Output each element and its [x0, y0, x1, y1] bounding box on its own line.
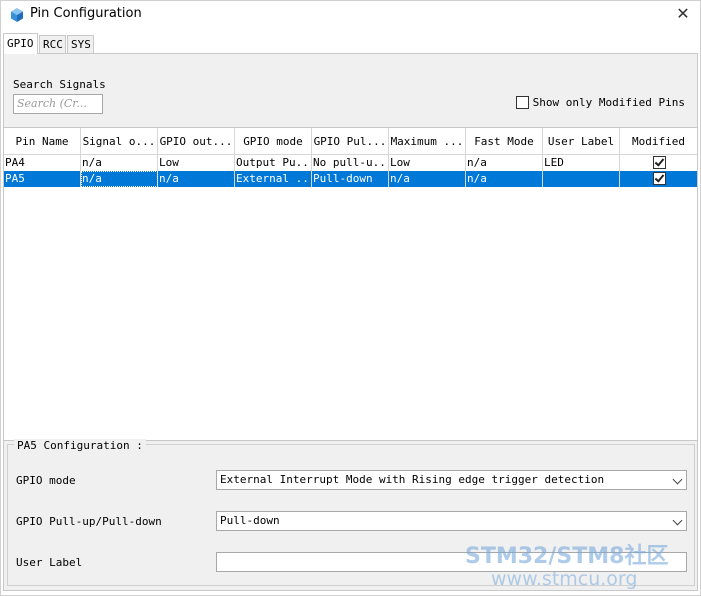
tab-rcc[interactable]: RCC — [39, 35, 66, 54]
app-cube-icon — [11, 8, 23, 22]
cell-modified — [620, 171, 697, 187]
pin-configuration-window: Pin Configuration ✕ GPIO RCC SYS Search … — [0, 0, 701, 596]
sort-up-icon: ^ — [38, 128, 44, 134]
show-modified-checkbox[interactable] — [515, 96, 529, 109]
chevron-down-icon — [672, 474, 683, 485]
cell-modified — [620, 155, 697, 171]
gpio-pull-label: GPIO Pull-up/Pull-down — [16, 515, 162, 528]
checkmark-icon — [654, 172, 665, 183]
pin-table: ^ Pin Name Signal o... GPIO out... GPIO … — [4, 127, 697, 441]
gpio-pull-select[interactable]: Pull-down — [216, 511, 687, 531]
tab-sys[interactable]: SYS — [67, 35, 94, 54]
table-header: ^ Pin Name Signal o... GPIO out... GPIO … — [4, 128, 697, 155]
table-row-selected[interactable]: PA5 n/a n/a External ... Pull-down n/a n… — [4, 171, 697, 187]
cell-user-label: LED — [543, 155, 620, 171]
tab-gpio[interactable]: GPIO — [3, 33, 38, 54]
table-row[interactable]: PA4 n/a Low Output Pu... No pull-u... Lo… — [4, 155, 697, 171]
cell-maximum: n/a — [389, 171, 466, 187]
cell-gpio-out: Low — [158, 155, 235, 171]
checkmark-icon — [654, 156, 665, 167]
gpio-panel: Search Signals Search (Cr... Show only M… — [3, 53, 698, 591]
column-header-modified[interactable]: Modified — [620, 128, 697, 155]
column-header-fast-mode[interactable]: Fast Mode — [466, 128, 543, 155]
column-header-signal[interactable]: Signal o... — [81, 128, 158, 155]
cell-pin: PA4 — [4, 155, 81, 171]
column-header-gpio-mode[interactable]: GPIO mode — [235, 128, 312, 155]
show-modified-toggle[interactable]: Show only Modified Pins — [515, 96, 685, 109]
pin-config-group: PA5 Configuration : GPIO mode External I… — [7, 439, 695, 586]
window-title: Pin Configuration — [30, 6, 142, 21]
column-header-maximum[interactable]: Maximum ... — [389, 128, 466, 155]
cell-gpio-pull: Pull-down — [312, 171, 389, 187]
close-icon[interactable]: ✕ — [670, 3, 696, 27]
title-bar: Pin Configuration ✕ — [1, 1, 700, 30]
search-input[interactable]: Search (Cr... — [13, 94, 103, 114]
cell-signal: n/a — [81, 171, 158, 187]
user-label-input[interactable] — [216, 552, 687, 572]
cell-signal: n/a — [81, 155, 158, 171]
cell-gpio-mode: Output Pu... — [236, 155, 312, 171]
cell-fast-mode: n/a — [466, 155, 543, 171]
search-signals-label: Search Signals — [13, 78, 106, 91]
modified-checkbox[interactable] — [653, 156, 666, 169]
config-group-title: PA5 Configuration : — [14, 439, 146, 452]
column-header-gpio-pull[interactable]: GPIO Pul... — [312, 128, 389, 155]
gpio-mode-value: External Interrupt Mode with Rising edge… — [220, 473, 605, 486]
cell-gpio-mode: External ... — [236, 171, 312, 187]
gpio-mode-select[interactable]: External Interrupt Mode with Rising edge… — [216, 470, 687, 490]
column-header-pin-name[interactable]: ^ Pin Name — [4, 128, 81, 155]
cell-user-label — [543, 171, 620, 187]
cell-gpio-pull: No pull-u... — [313, 155, 389, 171]
gpio-pull-value: Pull-down — [220, 514, 280, 527]
user-label-label: User Label — [16, 556, 83, 569]
column-header-user-label[interactable]: User Label — [543, 128, 620, 155]
cell-maximum: Low — [389, 155, 466, 171]
cell-pin: PA5 — [4, 171, 81, 187]
column-header-gpio-output[interactable]: GPIO out... — [158, 128, 235, 155]
cell-fast-mode: n/a — [466, 171, 543, 187]
modified-checkbox[interactable] — [653, 172, 666, 185]
chevron-down-icon — [672, 515, 683, 526]
show-modified-label: Show only Modified Pins — [532, 96, 685, 109]
gpio-mode-label: GPIO mode — [16, 474, 76, 487]
cell-gpio-out: n/a — [158, 171, 235, 187]
